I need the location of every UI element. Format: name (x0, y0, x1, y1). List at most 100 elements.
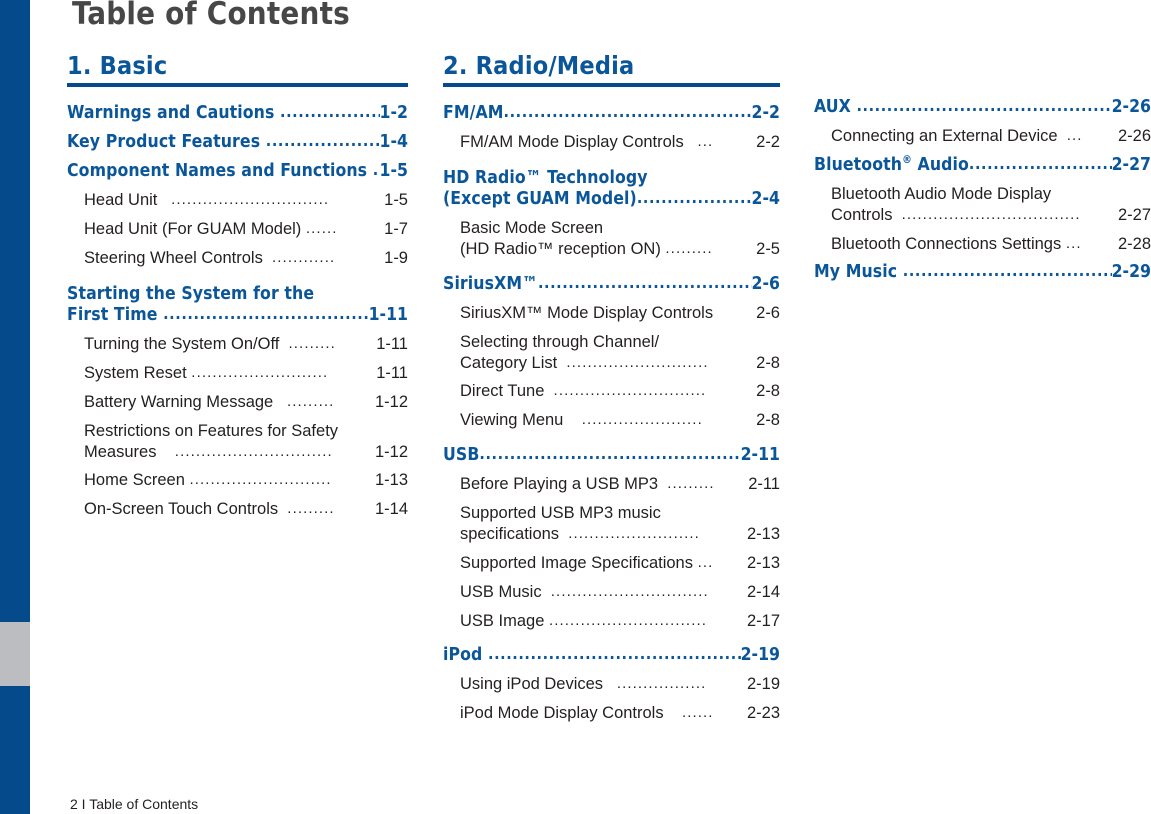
toc-entry-level1-wrap[interactable]: HD Radio™ Technology (443, 167, 780, 189)
toc-page-number: 2-11 (740, 445, 780, 466)
toc-entry-label: First Time (67, 305, 164, 326)
toc-leader-dots: ......................... (636, 188, 752, 208)
toc-entry-label: Basic Mode Screen (460, 219, 604, 238)
toc-page-number: 2-11 (748, 475, 780, 494)
toc-entry-label: SiriusXM™ (443, 273, 538, 294)
toc-page-number: 2-26 (1111, 97, 1151, 117)
toc-entry-level2[interactable]: specifications .........................… (443, 524, 780, 545)
toc-page-number: 2-13 (746, 524, 780, 543)
toc-leader-dots: ............................. (553, 382, 707, 400)
toc-entry-level2[interactable]: Using iPod Devices ................. 2-19 (443, 674, 780, 695)
toc-page-number: 2-26 (1117, 127, 1151, 145)
toc-entry-level2[interactable]: Head Unit ..............................… (67, 190, 408, 211)
toc-entry-label: Home Screen (84, 471, 190, 490)
toc-entry-level1[interactable]: Key Product Features ...................… (67, 131, 408, 152)
toc-page-number: 2-13 (746, 553, 780, 572)
toc-entry-label: iPod (443, 645, 488, 666)
toc-entry-level1-wrap[interactable]: Starting the System for the (67, 283, 408, 305)
toc-entry-label: Supported USB MP3 music (460, 504, 661, 523)
toc-entry-label: USB Music (460, 582, 551, 601)
toc-entry-level2[interactable]: Steering Wheel Controls ............ 1-9 (67, 248, 408, 269)
toc-entry-level2[interactable]: Controls ...............................… (814, 205, 1151, 226)
toc-page-number: 1-13 (374, 471, 408, 490)
toc-entry-level2[interactable]: SiriusXM™ Mode Display Controls 2-6 (443, 303, 780, 324)
column-top-spacer (814, 52, 1151, 97)
toc-entry-level2-wrap[interactable]: Supported USB MP3 music (443, 503, 780, 524)
toc-entry-level2[interactable]: Supported Image Specifications ... 2-13 (443, 553, 780, 574)
toc-page-number: 1-14 (374, 500, 408, 519)
toc-leader-dots: ........................................… (902, 261, 1112, 281)
toc-entry-level1[interactable]: My Music ...............................… (814, 261, 1151, 283)
toc-entry-level2[interactable]: Home Screen ........................... 1… (67, 470, 408, 491)
toc-entry-level2-wrap[interactable]: Restrictions on Features for Safety (67, 421, 408, 442)
toc-page-number: 2-8 (756, 411, 780, 430)
toc-page-number: 2-8 (756, 382, 780, 401)
toc-entry-label: System Reset (84, 363, 192, 382)
toc-page-number: 2-19 (746, 675, 780, 694)
toc-entry-level2-wrap[interactable]: Basic Mode Screen (443, 218, 780, 239)
toc-entry-level1[interactable]: iPod ...................................… (443, 644, 780, 666)
toc-entry-label: Bluetooth Connections Settings (831, 234, 1066, 253)
edge-tab-segment (0, 686, 30, 814)
toc-entry-level1[interactable]: Bluetooth® Audio........................… (814, 153, 1151, 175)
toc-entry-label: FM/AM Mode Display Controls (460, 133, 698, 151)
chapter-underline (443, 83, 780, 87)
toc-entry-level1[interactable]: USB.....................................… (443, 444, 780, 466)
toc-entry-label: Direct Tune (460, 382, 554, 401)
toc-entry-level1[interactable]: SiriusXM™...............................… (443, 273, 780, 294)
toc-entry-level2[interactable]: On-Screen Touch Controls ......... 1-14 (67, 499, 408, 520)
toc-entry-label: Using iPod Devices (460, 675, 617, 694)
toc-entry-level1[interactable]: Component Names and Functions ......1-5 (67, 160, 408, 181)
toc-entry-level2[interactable]: Measures .............................. 1… (67, 442, 408, 463)
toc-page-number: 2-6 (756, 303, 780, 322)
toc-entry-level1[interactable]: Warnings and Cautions ..................… (67, 102, 408, 123)
toc-leader-dots: ........................... (189, 471, 332, 489)
toc-page-number: 1-11 (376, 363, 408, 382)
toc-entry-level2[interactable]: Direct Tune ............................… (443, 381, 780, 402)
toc-column-3: AUX ....................................… (814, 52, 1151, 291)
toc-entry-label: FM/AM (443, 103, 504, 123)
toc-entry-label: iPod Mode Display Controls (460, 704, 682, 723)
toc-page-number: 2-2 (751, 103, 780, 123)
page-footer: 2 I Table of Contents (70, 796, 199, 812)
toc-entry-level1[interactable]: (Except GUAM Model).....................… (443, 188, 780, 209)
toc-entry-level1[interactable]: First Time .............................… (67, 304, 408, 326)
toc-leader-dots: ........................................… (856, 96, 1112, 115)
chapter-underline (67, 83, 408, 87)
toc-entry-level2[interactable]: Head Unit (For GUAM Model) ...... 1-7 (67, 219, 408, 240)
toc-page-number: 1-12 (374, 392, 408, 411)
toc-entry-level2[interactable]: Bluetooth Connections Settings ... 2-28 (814, 234, 1151, 255)
toc-entry-level2-wrap[interactable]: Selecting through Channel/ (443, 332, 780, 353)
toc-leader-dots: .................................. (901, 205, 1081, 223)
toc-page-number: 2-2 (756, 133, 780, 151)
toc-entry-level1[interactable]: AUX ....................................… (814, 96, 1151, 117)
toc-entry-label: Bluetooth® Audio (814, 153, 969, 175)
toc-entry-level2[interactable]: Turning the System On/Off ......... 1-11 (67, 334, 408, 355)
toc-leader-dots: ................. (616, 675, 707, 693)
toc-entry-level2[interactable]: Connecting an External Device ... 2-26 (814, 126, 1151, 147)
toc-entry-label: Measures (84, 442, 175, 461)
toc-entry-level2[interactable]: Before Playing a USB MP3 ......... 2-11 (443, 474, 780, 495)
toc-entry-level2[interactable]: Viewing Menu ....................... 2-8 (443, 410, 780, 431)
toc-entry-level2[interactable]: System Reset .......................... 1… (67, 363, 408, 384)
toc-entry-label: Starting the System for the (67, 283, 315, 304)
toc-entry-level2[interactable]: FM/AM Mode Display Controls ... 2-2 (443, 132, 780, 153)
toc-entry-label: Selecting through Channel/ (460, 332, 660, 351)
toc-entry-level2[interactable]: USB Music ..............................… (443, 582, 780, 603)
toc-entry-level1[interactable]: FM/AM...................................… (443, 102, 780, 123)
toc-entry-level2[interactable]: Battery Warning Message ......... 1-12 (67, 392, 408, 413)
toc-entry-level2[interactable]: USB Image ..............................… (443, 611, 780, 632)
toc-entry-level2[interactable]: (HD Radio™ reception ON) ......... 2-5 (443, 239, 780, 260)
toc-leader-dots: .............................. (550, 582, 709, 600)
registered-mark-icon: ® (902, 153, 912, 167)
toc-page-number: 2-29 (1111, 262, 1151, 283)
toc-leader-dots: ............................ (265, 131, 380, 150)
toc-entry-level2[interactable]: iPod Mode Display Controls ...... 2-23 (443, 703, 780, 724)
toc-leader-dots: ... (1066, 127, 1083, 144)
toc-entry-level2[interactable]: Category List ..........................… (443, 353, 780, 374)
toc-entry-level2-wrap[interactable]: Bluetooth Audio Mode Display (814, 184, 1151, 205)
toc-leader-dots: .............................. (174, 442, 333, 460)
toc-entry-label: Head Unit (For GUAM Model) (84, 219, 306, 238)
toc-page-number: 2-27 (1117, 205, 1151, 224)
toc-entry-label: (HD Radio™ reception ON) (460, 240, 666, 259)
